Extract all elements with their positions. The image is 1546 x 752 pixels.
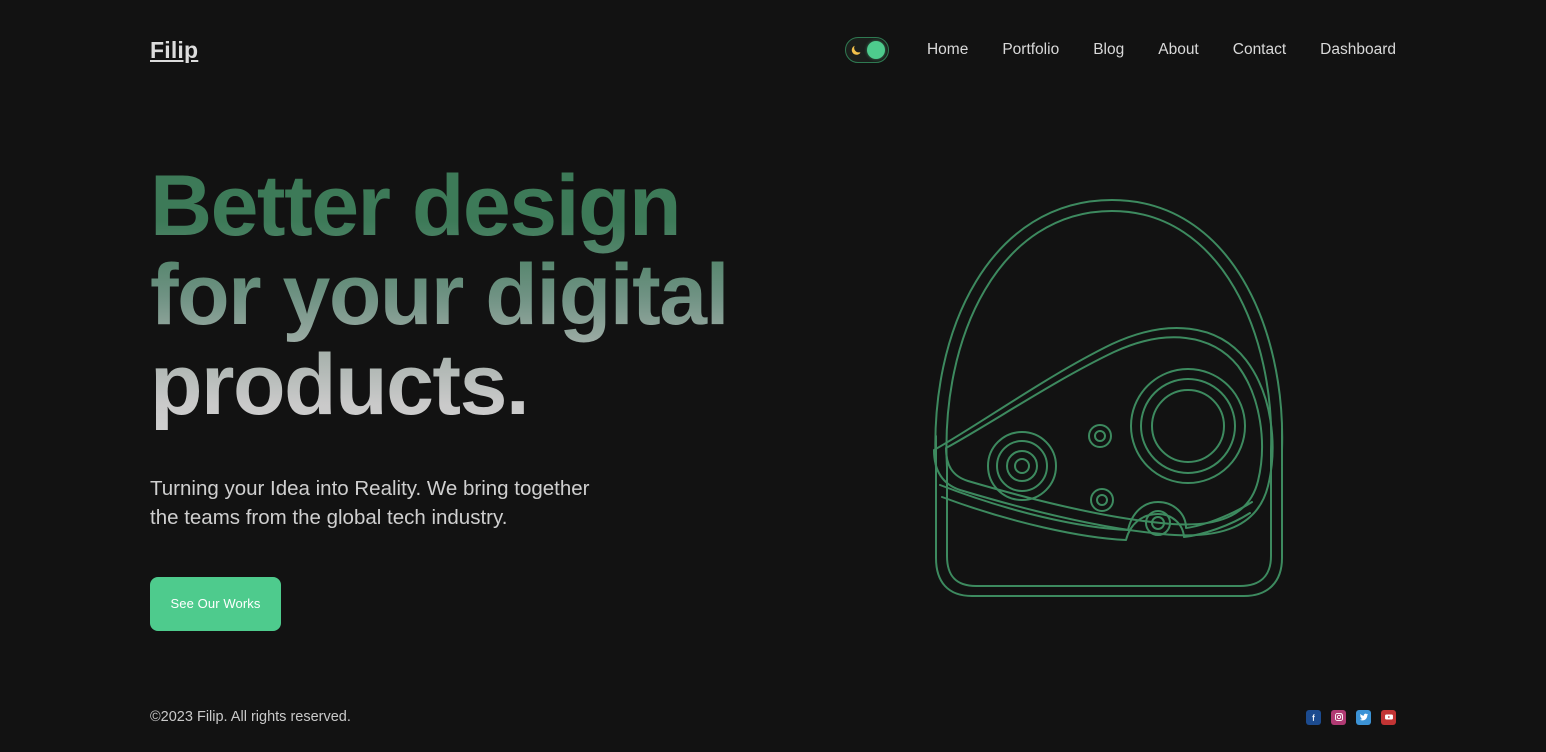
see-our-works-button[interactable]: See Our Works <box>150 576 281 631</box>
site-footer: ©2023 Filip. All rights reserved. <box>0 682 1546 752</box>
helmet-illustration <box>900 178 1320 620</box>
hero-copy: Better design for your digital products.… <box>150 161 810 631</box>
social-links <box>1306 709 1396 725</box>
facebook-icon[interactable] <box>1306 709 1321 725</box>
copyright-text: ©2023 Filip. All rights reserved. <box>150 708 351 725</box>
youtube-icon[interactable] <box>1381 709 1396 725</box>
hero-section: Better design for your digital products.… <box>0 0 1546 752</box>
hero-subtitle: Turning your Idea into Reality. We bring… <box>150 477 590 530</box>
twitter-icon[interactable] <box>1356 709 1371 725</box>
instagram-icon[interactable] <box>1331 709 1346 725</box>
page-title: Better design for your digital products. <box>150 161 810 430</box>
landing-page: Filip Home Portfolio Blog About Contact … <box>0 0 1546 752</box>
